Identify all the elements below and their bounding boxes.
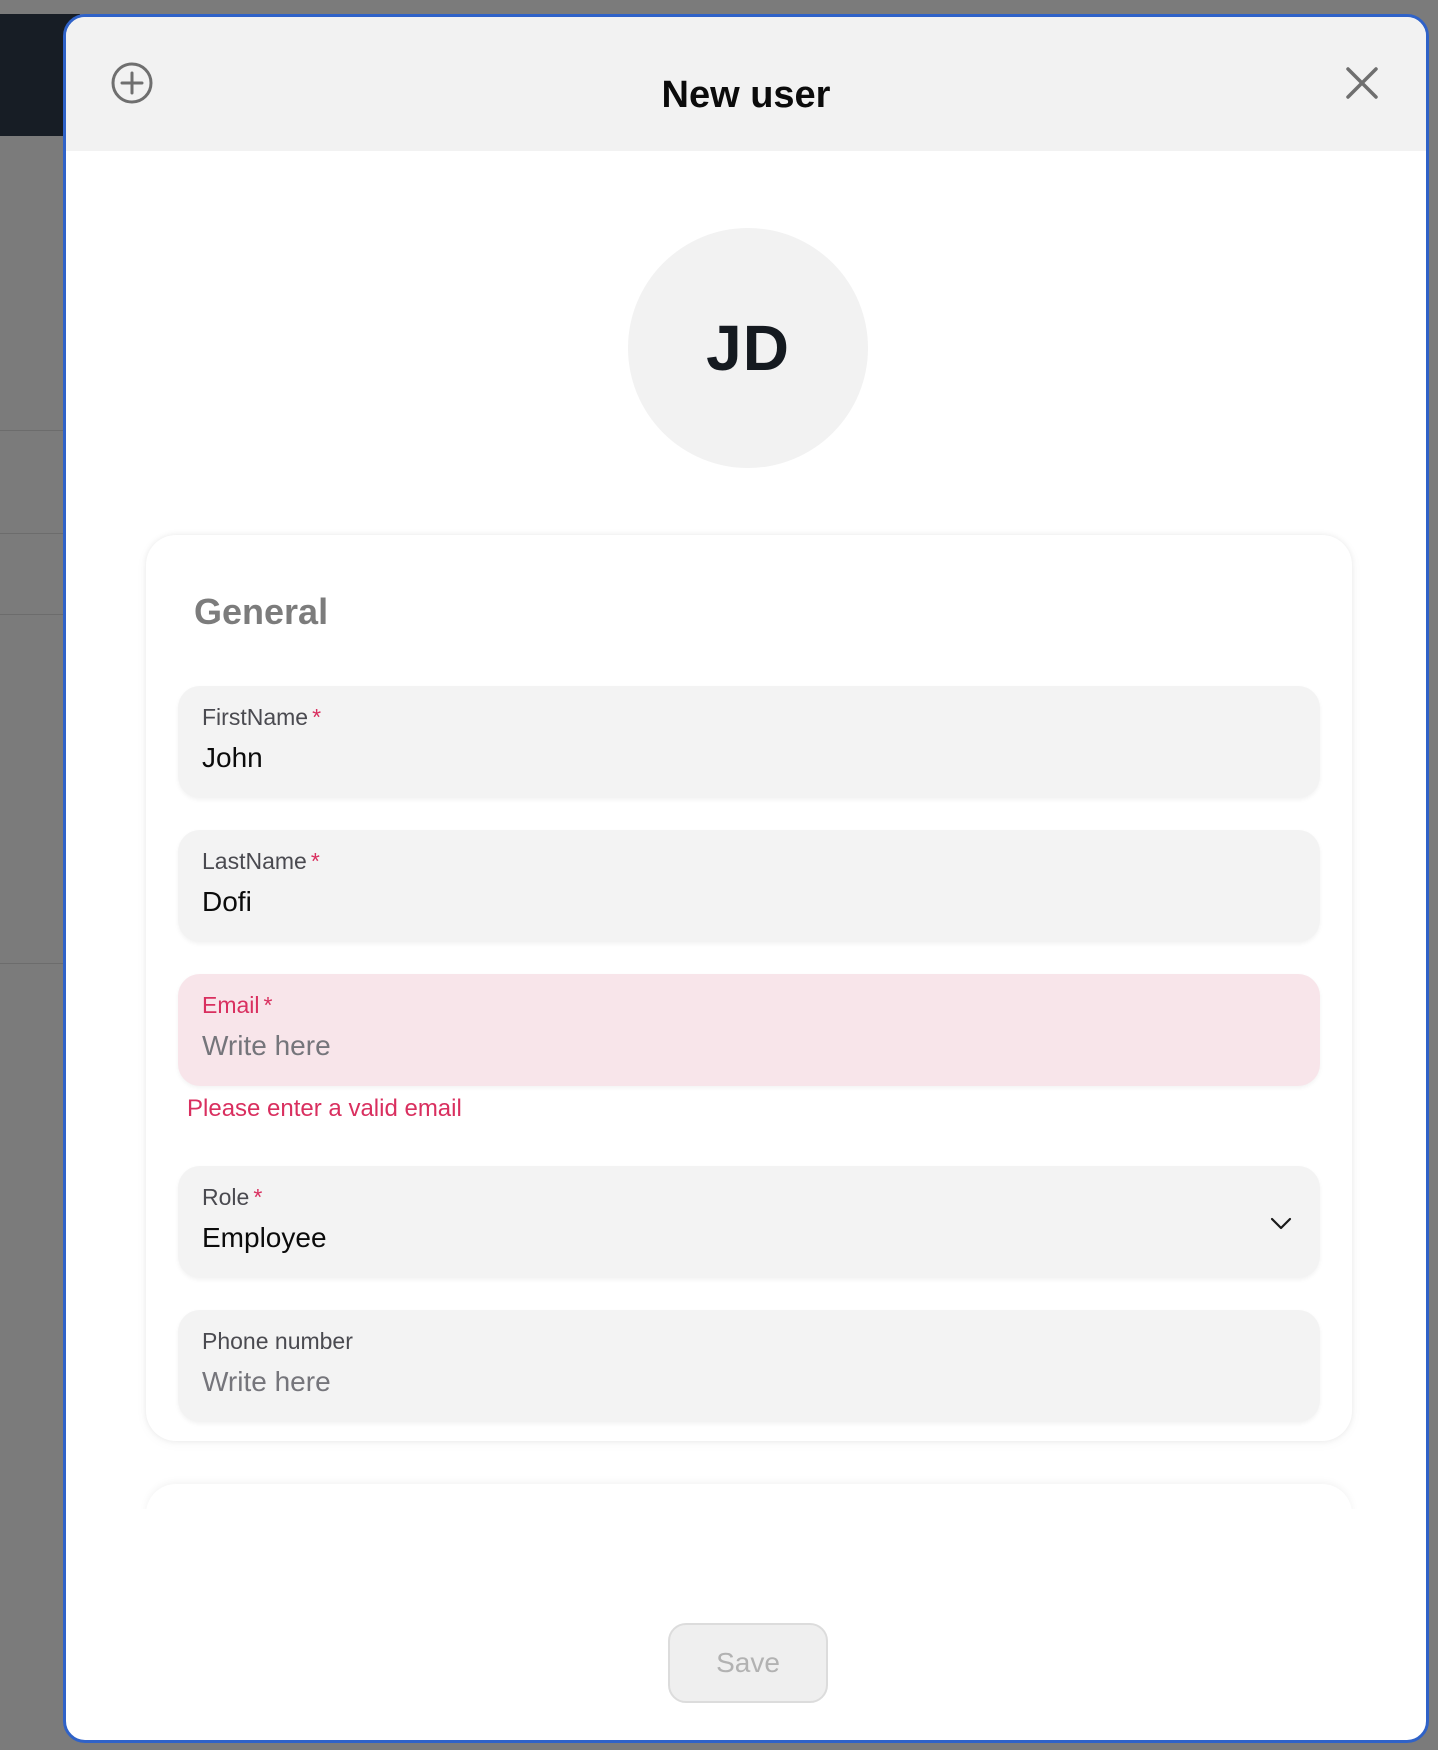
email-error-message: Please enter a valid email xyxy=(187,1095,462,1122)
save-button[interactable]: Save xyxy=(668,1623,828,1703)
required-marker: * xyxy=(312,704,322,730)
required-marker: * xyxy=(310,848,320,874)
last-name-label: LastName * xyxy=(202,848,320,874)
phone-number-label: Phone number xyxy=(202,1328,353,1354)
avatar[interactable]: JD xyxy=(628,228,868,468)
section-title: General xyxy=(194,591,329,632)
phone-number-field[interactable]: Phone number xyxy=(178,1310,1320,1422)
first-name-label: FirstName * xyxy=(202,704,322,730)
avatar-initials: JD xyxy=(706,312,790,384)
chevron-down-icon[interactable] xyxy=(1268,1210,1294,1236)
last-name-field[interactable]: LastName * xyxy=(178,830,1320,942)
close-icon[interactable] xyxy=(1344,65,1380,101)
modal-title: New user xyxy=(661,74,831,116)
background-divider xyxy=(0,533,70,534)
background-divider xyxy=(0,614,70,615)
background-divider xyxy=(0,430,70,431)
phone-number-input[interactable] xyxy=(202,1362,1252,1402)
modal-header: New user xyxy=(66,17,1426,151)
role-select[interactable]: Role * Employee xyxy=(178,1166,1320,1278)
email-label: Email * xyxy=(202,992,273,1018)
new-user-modal: New user JD General FirstName* LastName* xyxy=(63,14,1429,1743)
required-marker: * xyxy=(253,1184,263,1210)
role-value[interactable]: Employee xyxy=(202,1218,1252,1258)
general-section: General FirstName* LastName* Email* Plea… xyxy=(146,535,1352,1441)
footer-area xyxy=(66,1509,1426,1629)
email-input[interactable] xyxy=(202,1026,1252,1066)
background-divider xyxy=(0,963,70,964)
last-name-input[interactable] xyxy=(202,882,1252,922)
email-field[interactable]: Email * xyxy=(178,974,1320,1086)
first-name-field[interactable]: FirstName * xyxy=(178,686,1320,798)
required-marker: * xyxy=(263,992,273,1018)
first-name-input[interactable] xyxy=(202,738,1252,778)
role-label: Role * xyxy=(202,1184,263,1210)
